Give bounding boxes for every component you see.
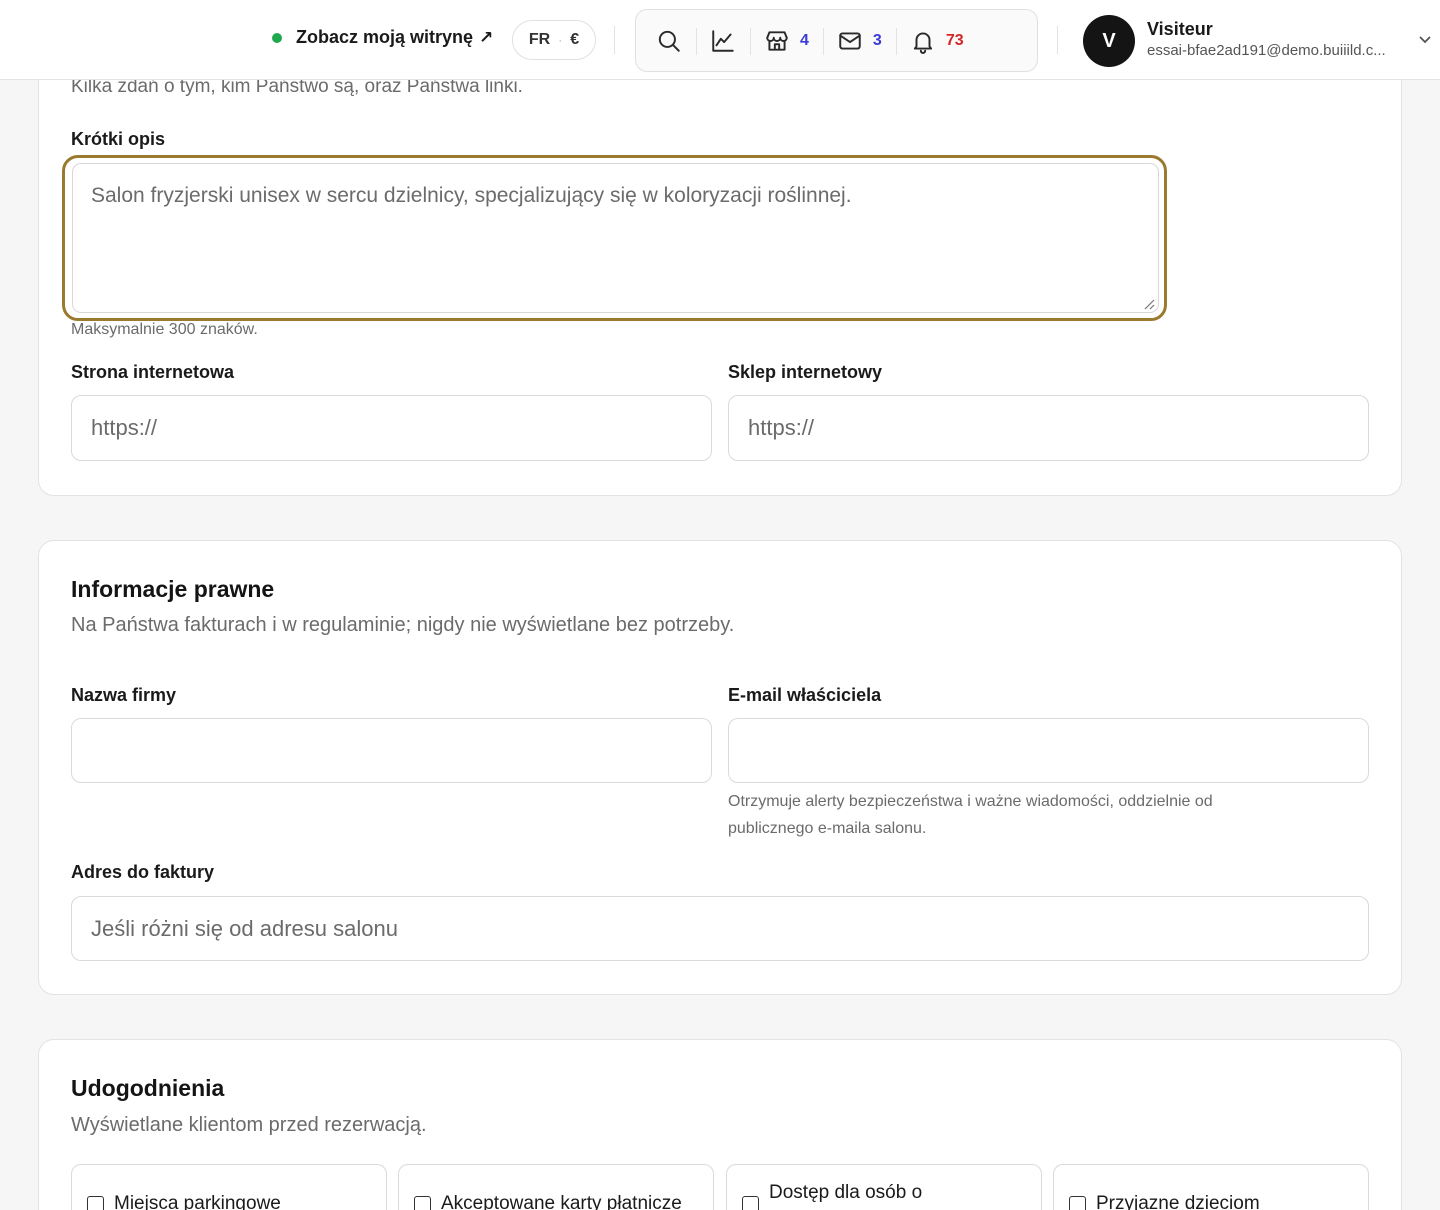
locale-currency-switcher[interactable]: FR · €: [512, 20, 596, 60]
resize-handle-icon[interactable]: [1143, 297, 1155, 310]
amenity-label: Akceptowane karty płatnicze: [441, 1193, 682, 1210]
chevron-down-icon: [1419, 36, 1431, 44]
amenity-child-friendly[interactable]: Przyjazne dzieciom: [1053, 1164, 1369, 1210]
amenity-label: Przyjazne dzieciom: [1096, 1193, 1260, 1210]
checkbox[interactable]: [1069, 1196, 1086, 1210]
top-bar: Zobacz moją witrynę ↗ FR · € 4 3 73 V Vi…: [0, 0, 1440, 80]
amenities-section-subtitle: Wyświetlane klientom przed rezerwacją.: [71, 1114, 427, 1136]
user-menu-toggle[interactable]: [1417, 31, 1433, 47]
user-name[interactable]: Visiteur: [1147, 19, 1213, 40]
online-shop-input[interactable]: https://: [728, 395, 1369, 461]
short-description-textarea[interactable]: Salon fryzjerski unisex w sercu dzielnic…: [72, 163, 1159, 313]
stats-button[interactable]: [696, 10, 750, 71]
language-code: FR: [528, 31, 551, 48]
company-name-label: Nazwa firmy: [71, 685, 177, 705]
shop-count-badge: 4: [800, 31, 809, 49]
checkbox[interactable]: [414, 1196, 431, 1210]
mail-icon: [839, 31, 861, 50]
checkbox[interactable]: [742, 1196, 759, 1210]
website-label: Strona internetowa: [71, 362, 235, 382]
storefront-icon: [766, 30, 788, 51]
online-shop-label: Sklep internetowy: [728, 362, 883, 382]
amenity-parking[interactable]: Miejsca parkingowe: [71, 1164, 387, 1210]
bell-icon: [913, 31, 932, 54]
external-arrow-icon: ↗: [479, 27, 494, 47]
short-description-helper: Maksymalnie 300 znaków.: [71, 321, 258, 338]
legal-section-title: Informacje prawne: [71, 576, 275, 602]
search-button[interactable]: [642, 10, 696, 71]
owner-email-helper-line-1: Otrzymuje alerty bezpieczeństwa i ważne …: [728, 793, 1213, 810]
mail-count-badge: 3: [872, 31, 882, 49]
amenity-cards-accepted[interactable]: Akceptowane karty płatnicze: [398, 1164, 714, 1210]
view-site-label: Zobacz moją witrynę: [296, 27, 474, 47]
amenity-label: Dostęp dla osób o: [769, 1182, 923, 1203]
quick-tools: 4 3 73: [635, 9, 1038, 72]
amenity-label: Miejsca parkingowe: [114, 1193, 281, 1210]
amenities-section-title: Udogodnienia: [71, 1075, 225, 1101]
avatar[interactable]: V: [1083, 15, 1135, 67]
locale-separator: ·: [558, 33, 563, 47]
divider: [1057, 26, 1058, 54]
billing-address-label: Adres do faktury: [71, 862, 215, 882]
online-status-dot: [272, 32, 282, 43]
owner-email-helper-line-2: publicznego e-maila salonu.: [728, 820, 927, 837]
chart-line-icon: [712, 29, 734, 52]
website-input[interactable]: https://: [71, 395, 712, 461]
legal-section-subtitle: Na Państwa fakturach i w regulaminie; ni…: [71, 614, 735, 636]
billing-address-input[interactable]: Jeśli różni się od adresu salonu: [71, 896, 1369, 961]
company-name-input[interactable]: [71, 718, 712, 783]
currency-symbol: €: [570, 31, 580, 48]
notification-count-badge: 73: [945, 31, 964, 49]
shop-button[interactable]: 4: [750, 10, 823, 71]
search-icon: [658, 30, 680, 52]
user-email: essai-bfae2ad191@demo.buiiild.c...: [1147, 42, 1386, 59]
view-site-link[interactable]: Zobacz moją witrynę ↗: [272, 27, 493, 48]
messages-button[interactable]: 3: [822, 10, 896, 71]
owner-email-label: E-mail właściciela: [728, 685, 882, 705]
short-description-label: Krótki opis: [71, 129, 166, 149]
divider: [614, 26, 615, 54]
amenity-accessibility[interactable]: Dostęp dla osób o: [726, 1164, 1042, 1210]
notifications-button[interactable]: 73: [895, 10, 978, 71]
owner-email-input[interactable]: [728, 718, 1369, 783]
checkbox[interactable]: [87, 1196, 104, 1210]
